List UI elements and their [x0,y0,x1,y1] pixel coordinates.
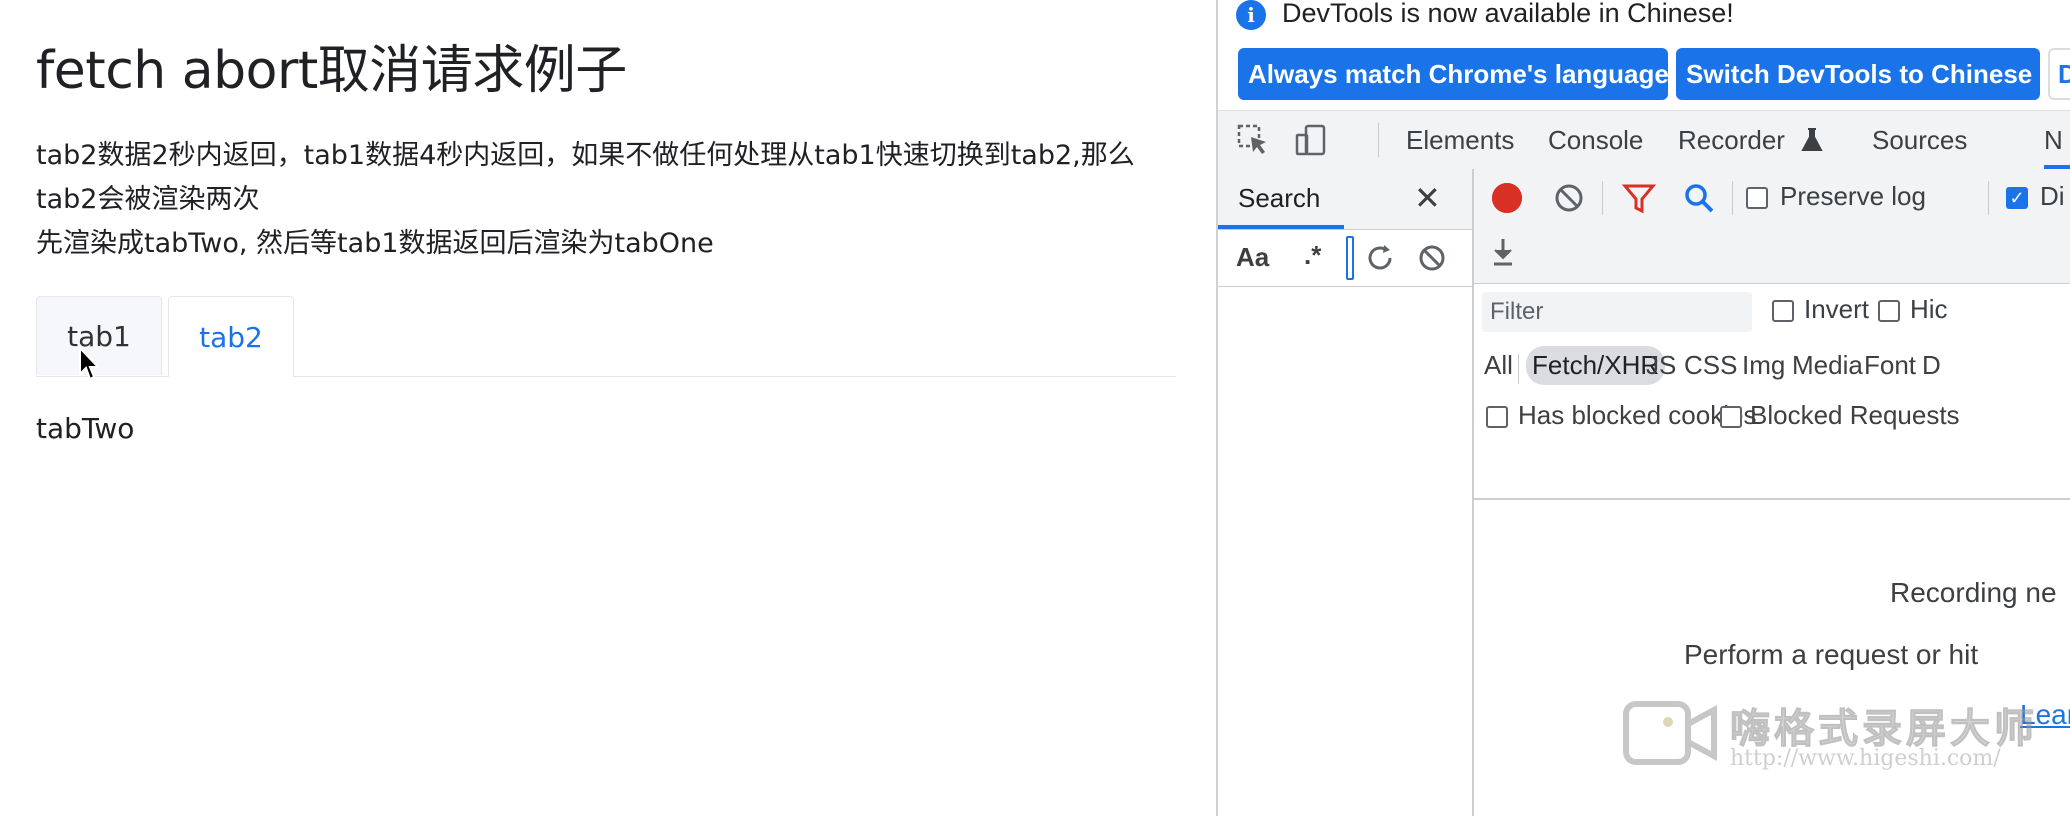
search-tab-title[interactable]: Search [1238,183,1320,214]
clear-icon[interactable] [1416,242,1448,274]
tab-content: tabTwo [36,412,135,445]
blocked-requests-label: Blocked Requests [1750,400,1960,430]
tabbar-separator [1378,123,1379,157]
tab-tab2[interactable]: tab2 [168,296,294,377]
tab-recorder[interactable]: Recorder [1678,125,1823,156]
devtools-tabbar: Elements Console Recorder Sources N [1218,110,2070,170]
description-line-3: 先渲染成tabTwo, 然后等tab1数据返回后渲染为tabOne [36,228,714,259]
search-icon[interactable] [1682,181,1716,215]
description-line-2: tab2会被渲染两次 [36,184,260,215]
download-icon[interactable] [1486,235,1520,269]
filter-type-separator [1518,354,1519,384]
page-title: fetch abort取消请求例子 [36,41,627,101]
filter-type-img[interactable]: Img [1742,350,1785,381]
switch-to-chinese-button[interactable]: Switch DevTools to Chinese [1676,48,2040,100]
experiment-flask-icon [1801,128,1823,151]
filter-type-font[interactable]: Font [1864,350,1916,381]
language-infobar: i DevTools is now available in Chinese! … [1218,0,2070,108]
dont-show-again-button[interactable]: D [2048,48,2070,100]
tab-elements[interactable]: Elements [1406,125,1514,156]
empty-state-hint: Perform a request or hit [1684,639,1979,670]
device-toolbar-icon[interactable] [1294,123,1328,157]
record-button[interactable] [1492,183,1522,213]
blocked-requests-checkbox[interactable] [1720,406,1742,428]
filter-type-all[interactable]: All [1484,350,1513,381]
tab-bar: tab1 tab2 [36,296,1176,377]
camera-logo-icon [1623,701,1717,765]
filter-type-doc[interactable]: D [1922,350,1941,381]
toolbar-separator [1732,181,1733,215]
invert-label: Invert [1804,294,1870,324]
regex-button[interactable]: .* [1304,240,1321,271]
mouse-cursor-icon [79,346,101,381]
network-filter-bar: Filter Invert Hic All Fetch/XHR JS CSS I… [1474,284,2070,500]
search-options: Aa .* [1218,230,1472,287]
empty-state-title: Recording ne [1890,577,2057,608]
hide-data-urls-label: Hic [1910,294,1948,324]
has-blocked-cookies-checkbox[interactable] [1486,406,1508,428]
tab-sources[interactable]: Sources [1872,125,1967,156]
filter-type-js[interactable]: JS [1646,350,1676,381]
disable-cache-label: Di [2040,181,2065,211]
tab-recorder-label: Recorder [1678,125,1785,155]
toolbar-separator [1602,181,1603,215]
hide-data-urls-checkbox[interactable] [1878,300,1900,322]
search-tab-indicator [1218,225,1344,229]
refresh-icon[interactable] [1364,242,1396,274]
filter-type-media[interactable]: Media [1792,350,1863,381]
preserve-log-label: Preserve log [1780,181,1926,211]
inspect-element-icon[interactable] [1236,123,1270,157]
filter-type-css[interactable]: CSS [1684,350,1737,381]
invert-checkbox[interactable] [1772,300,1794,322]
infobar-message: DevTools is now available in Chinese! [1282,0,1734,28]
always-match-language-button[interactable]: Always match Chrome's language [1238,48,1669,100]
search-input[interactable] [1346,236,1354,280]
filter-type-fetch-xhr[interactable]: Fetch/XHR [1526,346,1666,385]
watermark-url: http://www.higeshi.com/ [1730,746,2001,771]
filter-funnel-icon[interactable] [1622,181,1656,215]
filter-input[interactable]: Filter [1482,292,1752,332]
toolbar-separator [1988,181,1989,215]
search-drawer: Search ✕ Aa .* [1218,169,1474,816]
preserve-log-checkbox[interactable] [1746,187,1768,209]
search-header: Search ✕ [1218,169,1472,230]
match-case-button[interactable]: Aa [1236,242,1269,273]
description-line-1: tab2数据2秒内返回，tab1数据4秒内返回，如果不做任何处理从tab1快速切… [36,140,1135,171]
network-toolbar: Preserve log ✓ Di [1474,169,2070,284]
disable-cache-checkbox[interactable]: ✓ [2006,187,2028,209]
tab-console[interactable]: Console [1548,125,1643,156]
demo-page: fetch abort取消请求例子 tab2数据2秒内返回，tab1数据4秒内返… [0,0,1216,816]
clear-log-icon[interactable] [1552,181,1586,215]
info-icon: i [1236,0,1266,30]
tab-network-partial[interactable]: N [2044,125,2063,156]
close-icon[interactable]: ✕ [1414,179,1441,217]
recorder-watermark: 嗨格式录屏大师 http://www.higeshi.com/ [1622,694,2042,794]
page-description: tab2数据2秒内返回，tab1数据4秒内返回，如果不做任何处理从tab1快速切… [36,134,1186,266]
